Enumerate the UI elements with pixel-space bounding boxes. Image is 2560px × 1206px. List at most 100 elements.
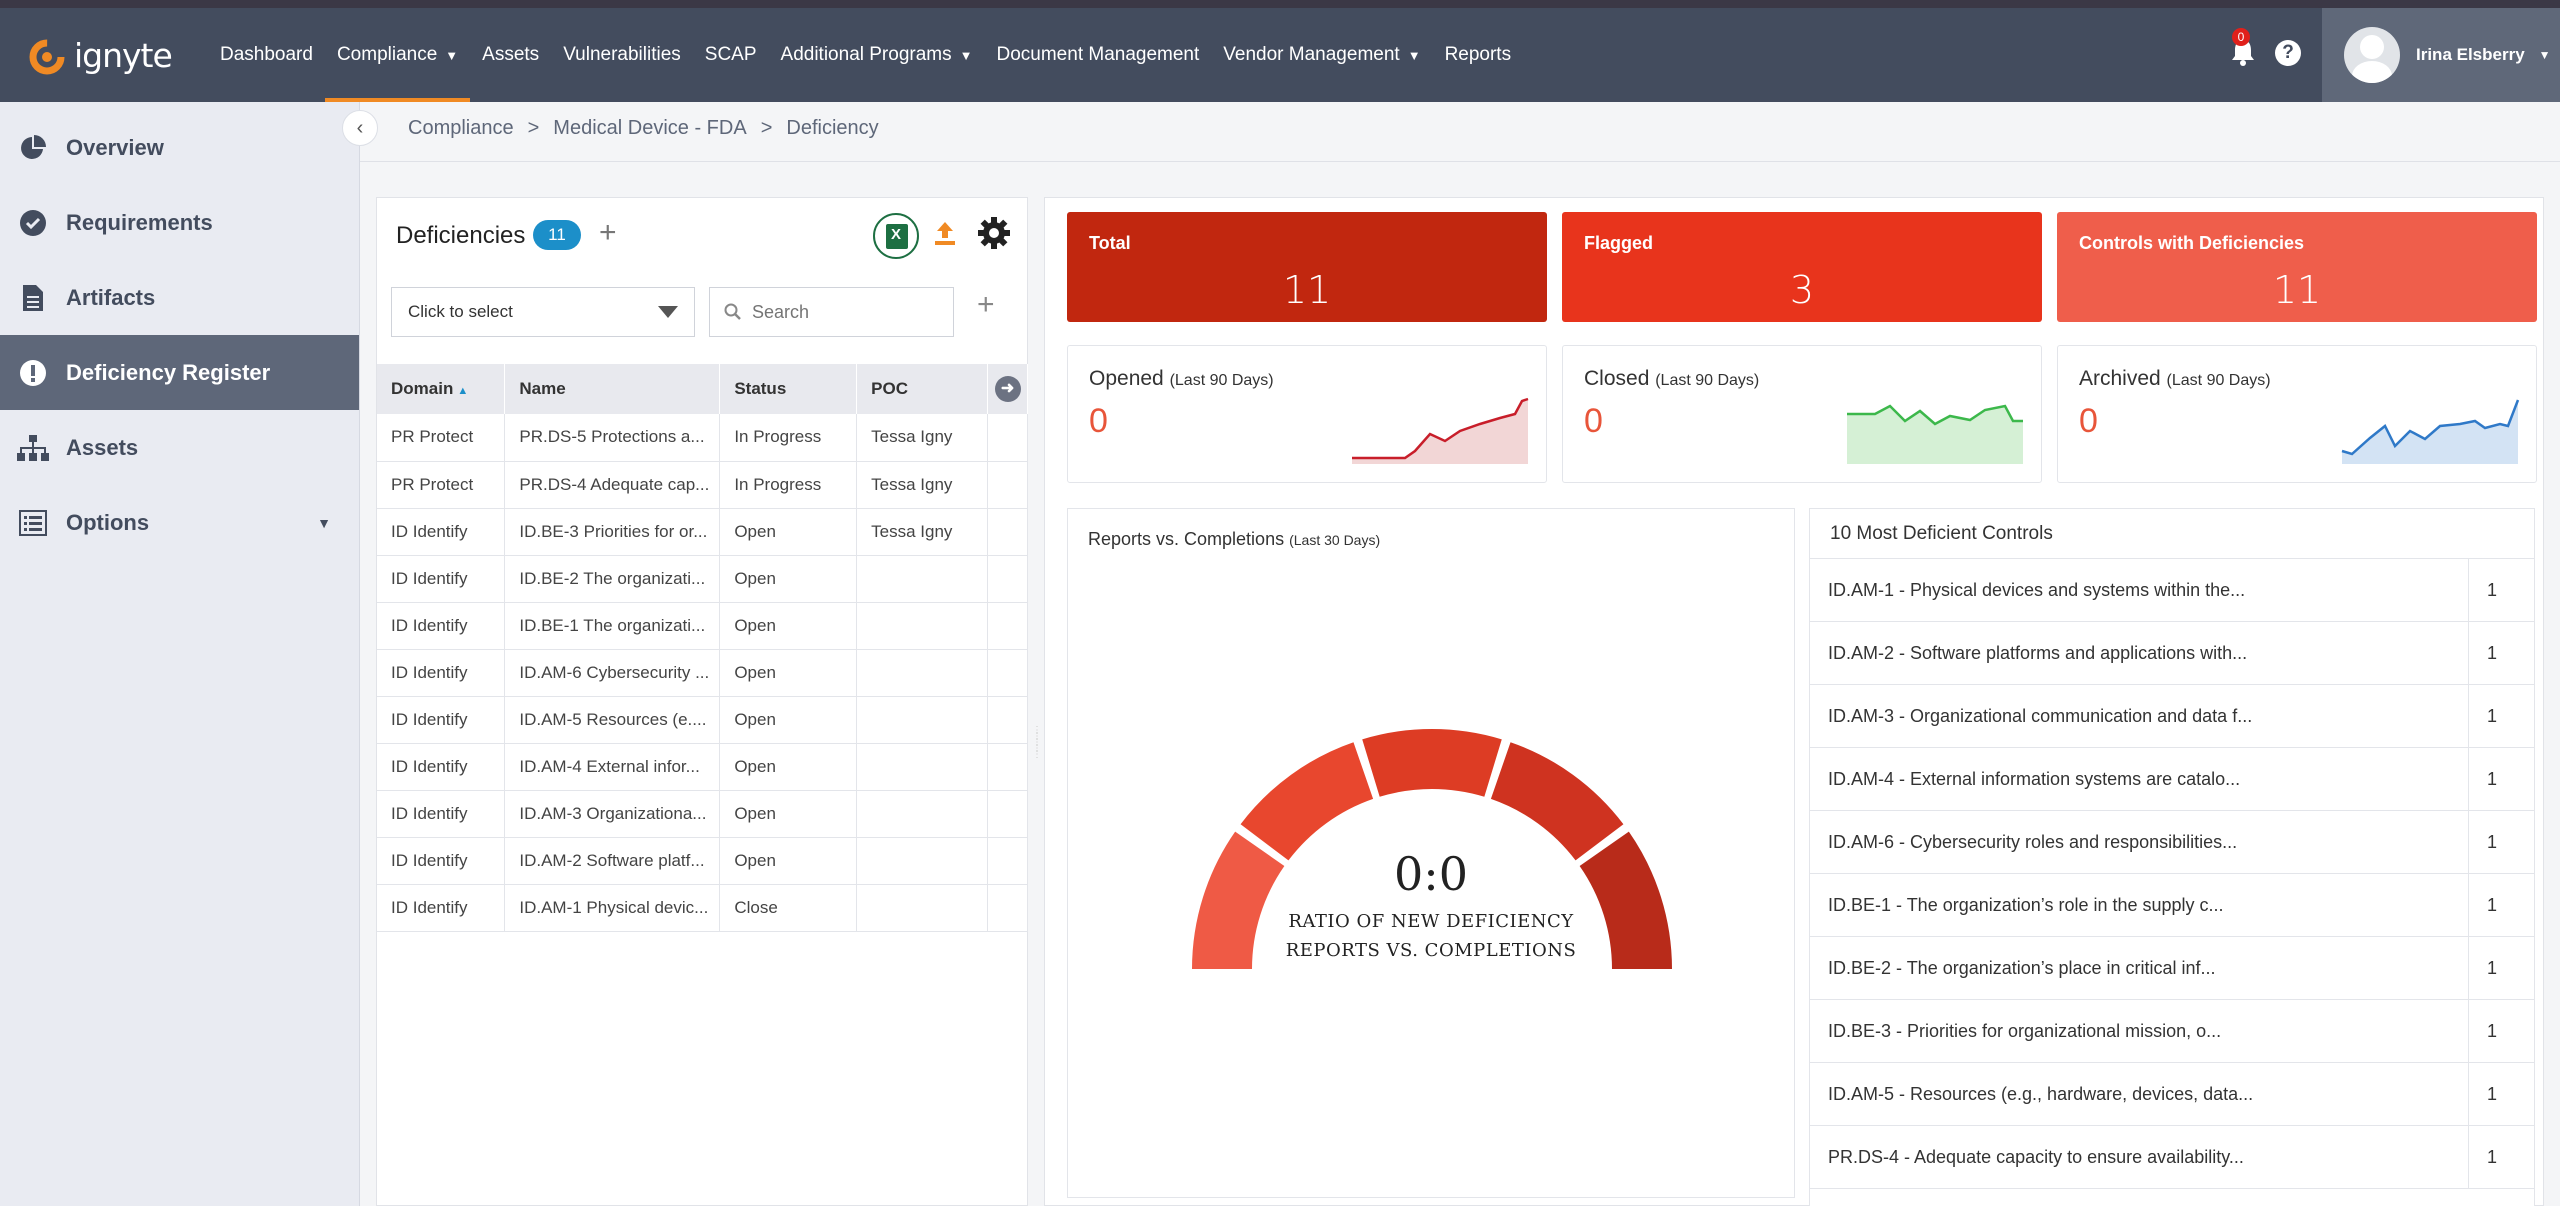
user-menu[interactable]: Irina Elsberry ▼ xyxy=(2322,8,2560,102)
column-domain-label: Domain xyxy=(391,379,454,398)
controls-title: 10 Most Deficient Controls xyxy=(1810,509,2534,559)
opened-trend-card[interactable]: Opened (Last 90 Days) 0 xyxy=(1067,345,1547,483)
control-name: ID.BE-3 - Priorities for organizational … xyxy=(1828,1020,2222,1041)
sidebar-item-options[interactable]: Options ▼ xyxy=(0,485,359,560)
sidebar-item-label: Assets xyxy=(66,434,139,460)
list-item[interactable]: PR.DS-4 - Adequate capacity to ensure av… xyxy=(1810,1126,2534,1189)
nav-document-management[interactable]: Document Management xyxy=(985,8,1212,102)
breadcrumb-medical-device[interactable]: Medical Device - FDA xyxy=(553,117,746,140)
control-name: ID.AM-2 - Software platforms and applica… xyxy=(1828,642,2248,663)
sidebar-item-label: Artifacts xyxy=(66,284,156,310)
main-menu: Dashboard Compliance ▼ Assets Vulnerabili… xyxy=(208,8,1523,102)
table-row[interactable]: ID Identify ID.AM-2 Software platf... Open xyxy=(377,837,1028,885)
add-filter-button[interactable]: + xyxy=(977,288,995,322)
next-columns-button[interactable]: ➜ xyxy=(987,364,1028,414)
nav-dashboard[interactable]: Dashboard xyxy=(208,8,325,102)
list-item[interactable]: ID.BE-2 - The organization’s place in cr… xyxy=(1810,937,2534,1000)
nav-dashboard-label: Dashboard xyxy=(220,44,313,65)
sort-ascending-icon: ▲ xyxy=(457,385,469,397)
upload-icon[interactable] xyxy=(933,220,957,251)
export-excel-icon[interactable] xyxy=(873,213,919,259)
kpi-total-card[interactable]: Total 11 xyxy=(1067,212,1547,322)
list-item[interactable]: ID.AM-4 - External information systems a… xyxy=(1810,748,2534,811)
closed-label: Closed (Last 90 Days) xyxy=(1584,367,1759,391)
search-field[interactable] xyxy=(709,287,954,337)
gauge-caption-line2: REPORTS VS. COMPLETIONS xyxy=(1285,940,1577,961)
list-item[interactable]: ID.AM-6 - Cybersecurity roles and respon… xyxy=(1810,811,2534,874)
ignyte-logo[interactable]: ignyte xyxy=(26,30,173,80)
cell-domain: ID Identify xyxy=(377,649,506,697)
cell-name: PR.DS-4 Adequate cap... xyxy=(504,461,721,509)
kpi-controls-card[interactable]: Controls with Deficiencies 11 xyxy=(2057,212,2537,322)
cell-empty xyxy=(987,602,1028,650)
table-row[interactable]: ID Identify ID.AM-4 External infor... Open xyxy=(377,743,1028,791)
breadcrumb-compliance[interactable]: Compliance xyxy=(408,117,514,140)
nav-compliance[interactable]: Compliance ▼ xyxy=(324,8,471,102)
cell-status: Open xyxy=(719,743,858,791)
list-item[interactable]: ID.BE-1 - The organization’s role in the… xyxy=(1810,874,2534,937)
collapse-sidebar-button[interactable]: ‹ xyxy=(342,110,378,146)
search-input[interactable] xyxy=(752,301,942,323)
cell-poc xyxy=(856,696,989,744)
cell-empty xyxy=(987,649,1028,697)
control-count: 1 xyxy=(2468,811,2534,873)
help-icon[interactable]: ? xyxy=(2275,40,2301,66)
table-row[interactable]: ID Identify ID.BE-2 The organizati... Open xyxy=(377,555,1028,603)
nav-document-management-label: Document Management xyxy=(996,44,1200,65)
gear-icon[interactable] xyxy=(977,216,1011,255)
table-row[interactable]: ID Identify ID.AM-5 Resources (e.... Open xyxy=(377,696,1028,744)
column-header-poc[interactable]: POC xyxy=(856,364,989,414)
sidebar-item-overview[interactable]: Overview xyxy=(0,110,359,185)
column-header-domain[interactable]: Domain ▲ xyxy=(377,364,506,414)
sidebar-item-artifacts[interactable]: Artifacts xyxy=(0,260,359,335)
deficiency-dashboard: Total 11 Flagged 3 Controls with Deficie… xyxy=(1044,197,2544,1206)
archived-label-text: Archived xyxy=(2079,367,2161,390)
cell-status: Open xyxy=(719,508,858,556)
domain-select[interactable]: Click to select xyxy=(391,287,695,337)
column-header-status[interactable]: Status xyxy=(719,364,858,414)
panel-resize-handle[interactable]: ⋮ ⋮ ⋮ ⋮ ⋮ xyxy=(1032,726,1042,772)
table-row[interactable]: ID Identify ID.AM-3 Organizationa... Open xyxy=(377,790,1028,838)
domain-select-value: Click to select xyxy=(408,302,513,321)
pie-chart-icon xyxy=(16,133,50,163)
cell-domain: ID Identify xyxy=(377,696,506,744)
table-row[interactable]: ID Identify ID.AM-1 Physical devic... Clos… xyxy=(377,884,1028,932)
cell-domain: ID Identify xyxy=(377,555,506,603)
closed-trend-card[interactable]: Closed (Last 90 Days) 0 xyxy=(1562,345,2042,483)
cell-poc xyxy=(856,790,989,838)
list-item[interactable]: ID.BE-3 - Priorities for organizational … xyxy=(1810,1000,2534,1063)
table-row[interactable]: ID Identify ID.AM-6 Cybersecurity ... Open xyxy=(377,649,1028,697)
sidebar-item-label: Requirements xyxy=(66,209,213,235)
list-item[interactable]: ID.AM-5 - Resources (e.g., hardware, dev… xyxy=(1810,1063,2534,1126)
nav-vulnerabilities[interactable]: Vulnerabilities xyxy=(551,8,693,102)
list-item[interactable]: ID.AM-1 - Physical devices and systems w… xyxy=(1810,559,2534,622)
archived-trend-card[interactable]: Archived (Last 90 Days) 0 xyxy=(2057,345,2537,483)
control-name: ID.AM-1 - Physical devices and systems w… xyxy=(1828,579,2246,600)
nav-assets[interactable]: Assets xyxy=(470,8,551,102)
nav-reports[interactable]: Reports xyxy=(1433,8,1524,102)
table-row[interactable]: PR Protect PR.DS-4 Adequate cap... In Prog… xyxy=(377,461,1028,509)
add-deficiency-button[interactable]: + xyxy=(599,216,617,250)
deficiencies-count-badge: 11 xyxy=(533,220,581,250)
archived-period: (Last 90 Days) xyxy=(2166,372,2271,389)
table-row[interactable]: ID Identify ID.BE-3 Priorities for or... O… xyxy=(377,508,1028,556)
cell-status: Open xyxy=(719,790,858,838)
cell-poc: Tessa Igny xyxy=(856,461,989,509)
kpi-flagged-card[interactable]: Flagged 3 xyxy=(1562,212,2042,322)
chevron-down-icon: ▼ xyxy=(317,514,331,531)
column-header-name[interactable]: Name xyxy=(504,364,721,414)
nav-additional-programs[interactable]: Additional Programs ▼ xyxy=(769,8,985,102)
list-item[interactable]: ID.AM-2 - Software platforms and applica… xyxy=(1810,622,2534,685)
table-row[interactable]: PR Protect PR.DS-5 Protections a... In Pro… xyxy=(377,414,1028,462)
nav-assets-label: Assets xyxy=(482,44,540,65)
column-name-label: Name xyxy=(519,379,566,398)
sidebar-item-assets[interactable]: Assets xyxy=(0,410,359,485)
cell-poc: Tessa Igny xyxy=(856,508,989,556)
table-row[interactable]: ID Identify ID.BE-1 The organizati... Open xyxy=(377,602,1028,650)
list-item[interactable]: ID.AM-3 - Organizational communication a… xyxy=(1810,685,2534,748)
nav-scap[interactable]: SCAP xyxy=(693,8,769,102)
nav-vendor-management[interactable]: Vendor Management ▼ xyxy=(1211,8,1432,102)
sidebar-item-requirements[interactable]: Requirements xyxy=(0,185,359,260)
sidebar-item-deficiency-register[interactable]: Deficiency Register xyxy=(0,335,359,410)
nav-compliance-label: Compliance xyxy=(336,44,438,65)
